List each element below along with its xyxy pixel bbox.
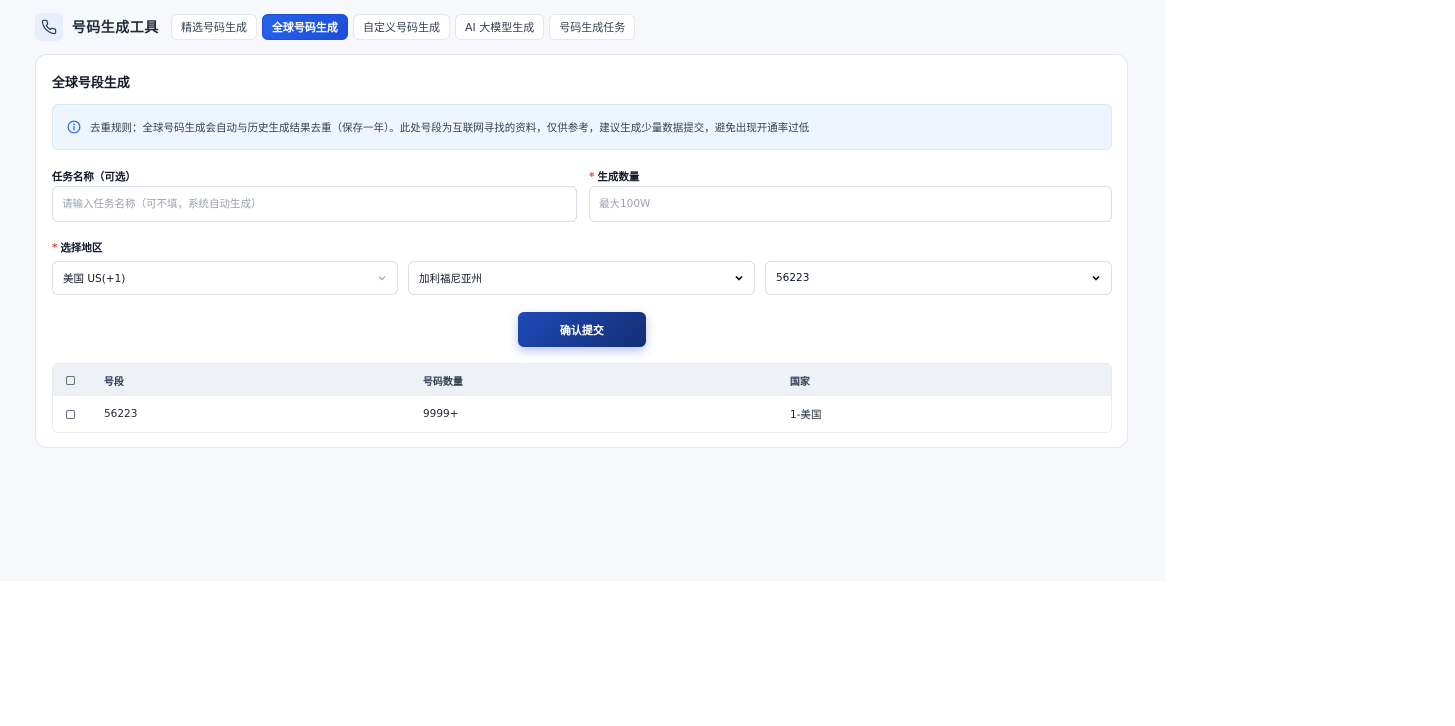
app-title: 号码生成工具: [72, 20, 159, 36]
cell-country: 1-美国: [790, 408, 822, 421]
row-checkbox[interactable]: [66, 409, 75, 419]
segment-select[interactable]: 56223: [765, 261, 1112, 295]
chevron-down-icon: [735, 275, 743, 281]
top-navigation: 号码生成工具 精选号码生成 全球号码生成 自定义号码生成 AI 大模型生成 号码…: [35, 12, 640, 42]
table-row[interactable]: 56223 9999+ 1-美国: [53, 396, 1111, 432]
column-header-country: 国家: [790, 376, 810, 388]
segment-table: 号段 号码数量 国家 56223 9999+ 1-美国: [52, 363, 1112, 433]
country-select-value: 美国 US(+1): [63, 272, 126, 285]
dedup-notice: 去重规则：全球号码生成会自动与历史生成结果去重（保存一年）。此处号段为互联网寻找…: [52, 104, 1112, 150]
info-icon: [67, 120, 81, 134]
column-header-segment: 号段: [104, 376, 124, 388]
region-label-text: 选择地区: [60, 242, 103, 254]
phone-icon: [41, 19, 57, 35]
state-select-value: 加利福尼亚州: [419, 272, 482, 285]
country-select[interactable]: 美国 US(+1): [52, 261, 398, 295]
tab-bar: 精选号码生成 全球号码生成 自定义号码生成 AI 大模型生成 号码生成任务: [171, 14, 640, 40]
global-segment-card: 全球号段生成 去重规则：全球号码生成会自动与历史生成结果去重（保存一年）。此处号…: [35, 54, 1128, 448]
state-select[interactable]: 加利福尼亚州: [408, 261, 755, 295]
cell-segment: 56223: [104, 408, 138, 420]
region-label: * 选择地区: [52, 240, 103, 255]
tab-global-generate[interactable]: 全球号码生成: [262, 14, 348, 40]
quantity-input[interactable]: [589, 186, 1112, 222]
chevron-down-icon: [1092, 275, 1100, 281]
task-name-label: 任务名称（可选）: [52, 171, 136, 183]
required-mark: *: [52, 242, 58, 254]
cell-count: 9999+: [423, 408, 459, 420]
required-mark: *: [589, 171, 595, 183]
tab-custom-generate[interactable]: 自定义号码生成: [353, 14, 450, 40]
notice-text: 去重规则：全球号码生成会自动与历史生成结果去重（保存一年）。此处号段为互联网寻找…: [90, 121, 810, 134]
quantity-label: * 生成数量: [589, 169, 640, 184]
table-header: 号段 号码数量 国家: [53, 364, 1111, 396]
tab-generate-tasks[interactable]: 号码生成任务: [549, 14, 636, 40]
select-all-checkbox[interactable]: [66, 375, 75, 385]
app-logo: [35, 13, 63, 41]
tab-ai-model-generate[interactable]: AI 大模型生成: [455, 14, 545, 40]
task-name-input[interactable]: [52, 186, 577, 222]
tab-selected-generate[interactable]: 精选号码生成: [171, 14, 257, 40]
column-header-count: 号码数量: [423, 376, 463, 388]
submit-button[interactable]: 确认提交: [518, 312, 646, 347]
chevron-down-icon: [378, 276, 386, 281]
quantity-label-text: 生成数量: [597, 171, 640, 183]
card-title: 全球号段生成: [52, 76, 131, 91]
app-window: 号码生成工具 精选号码生成 全球号码生成 自定义号码生成 AI 大模型生成 号码…: [0, 0, 1165, 581]
segment-select-value: 56223: [776, 272, 810, 284]
